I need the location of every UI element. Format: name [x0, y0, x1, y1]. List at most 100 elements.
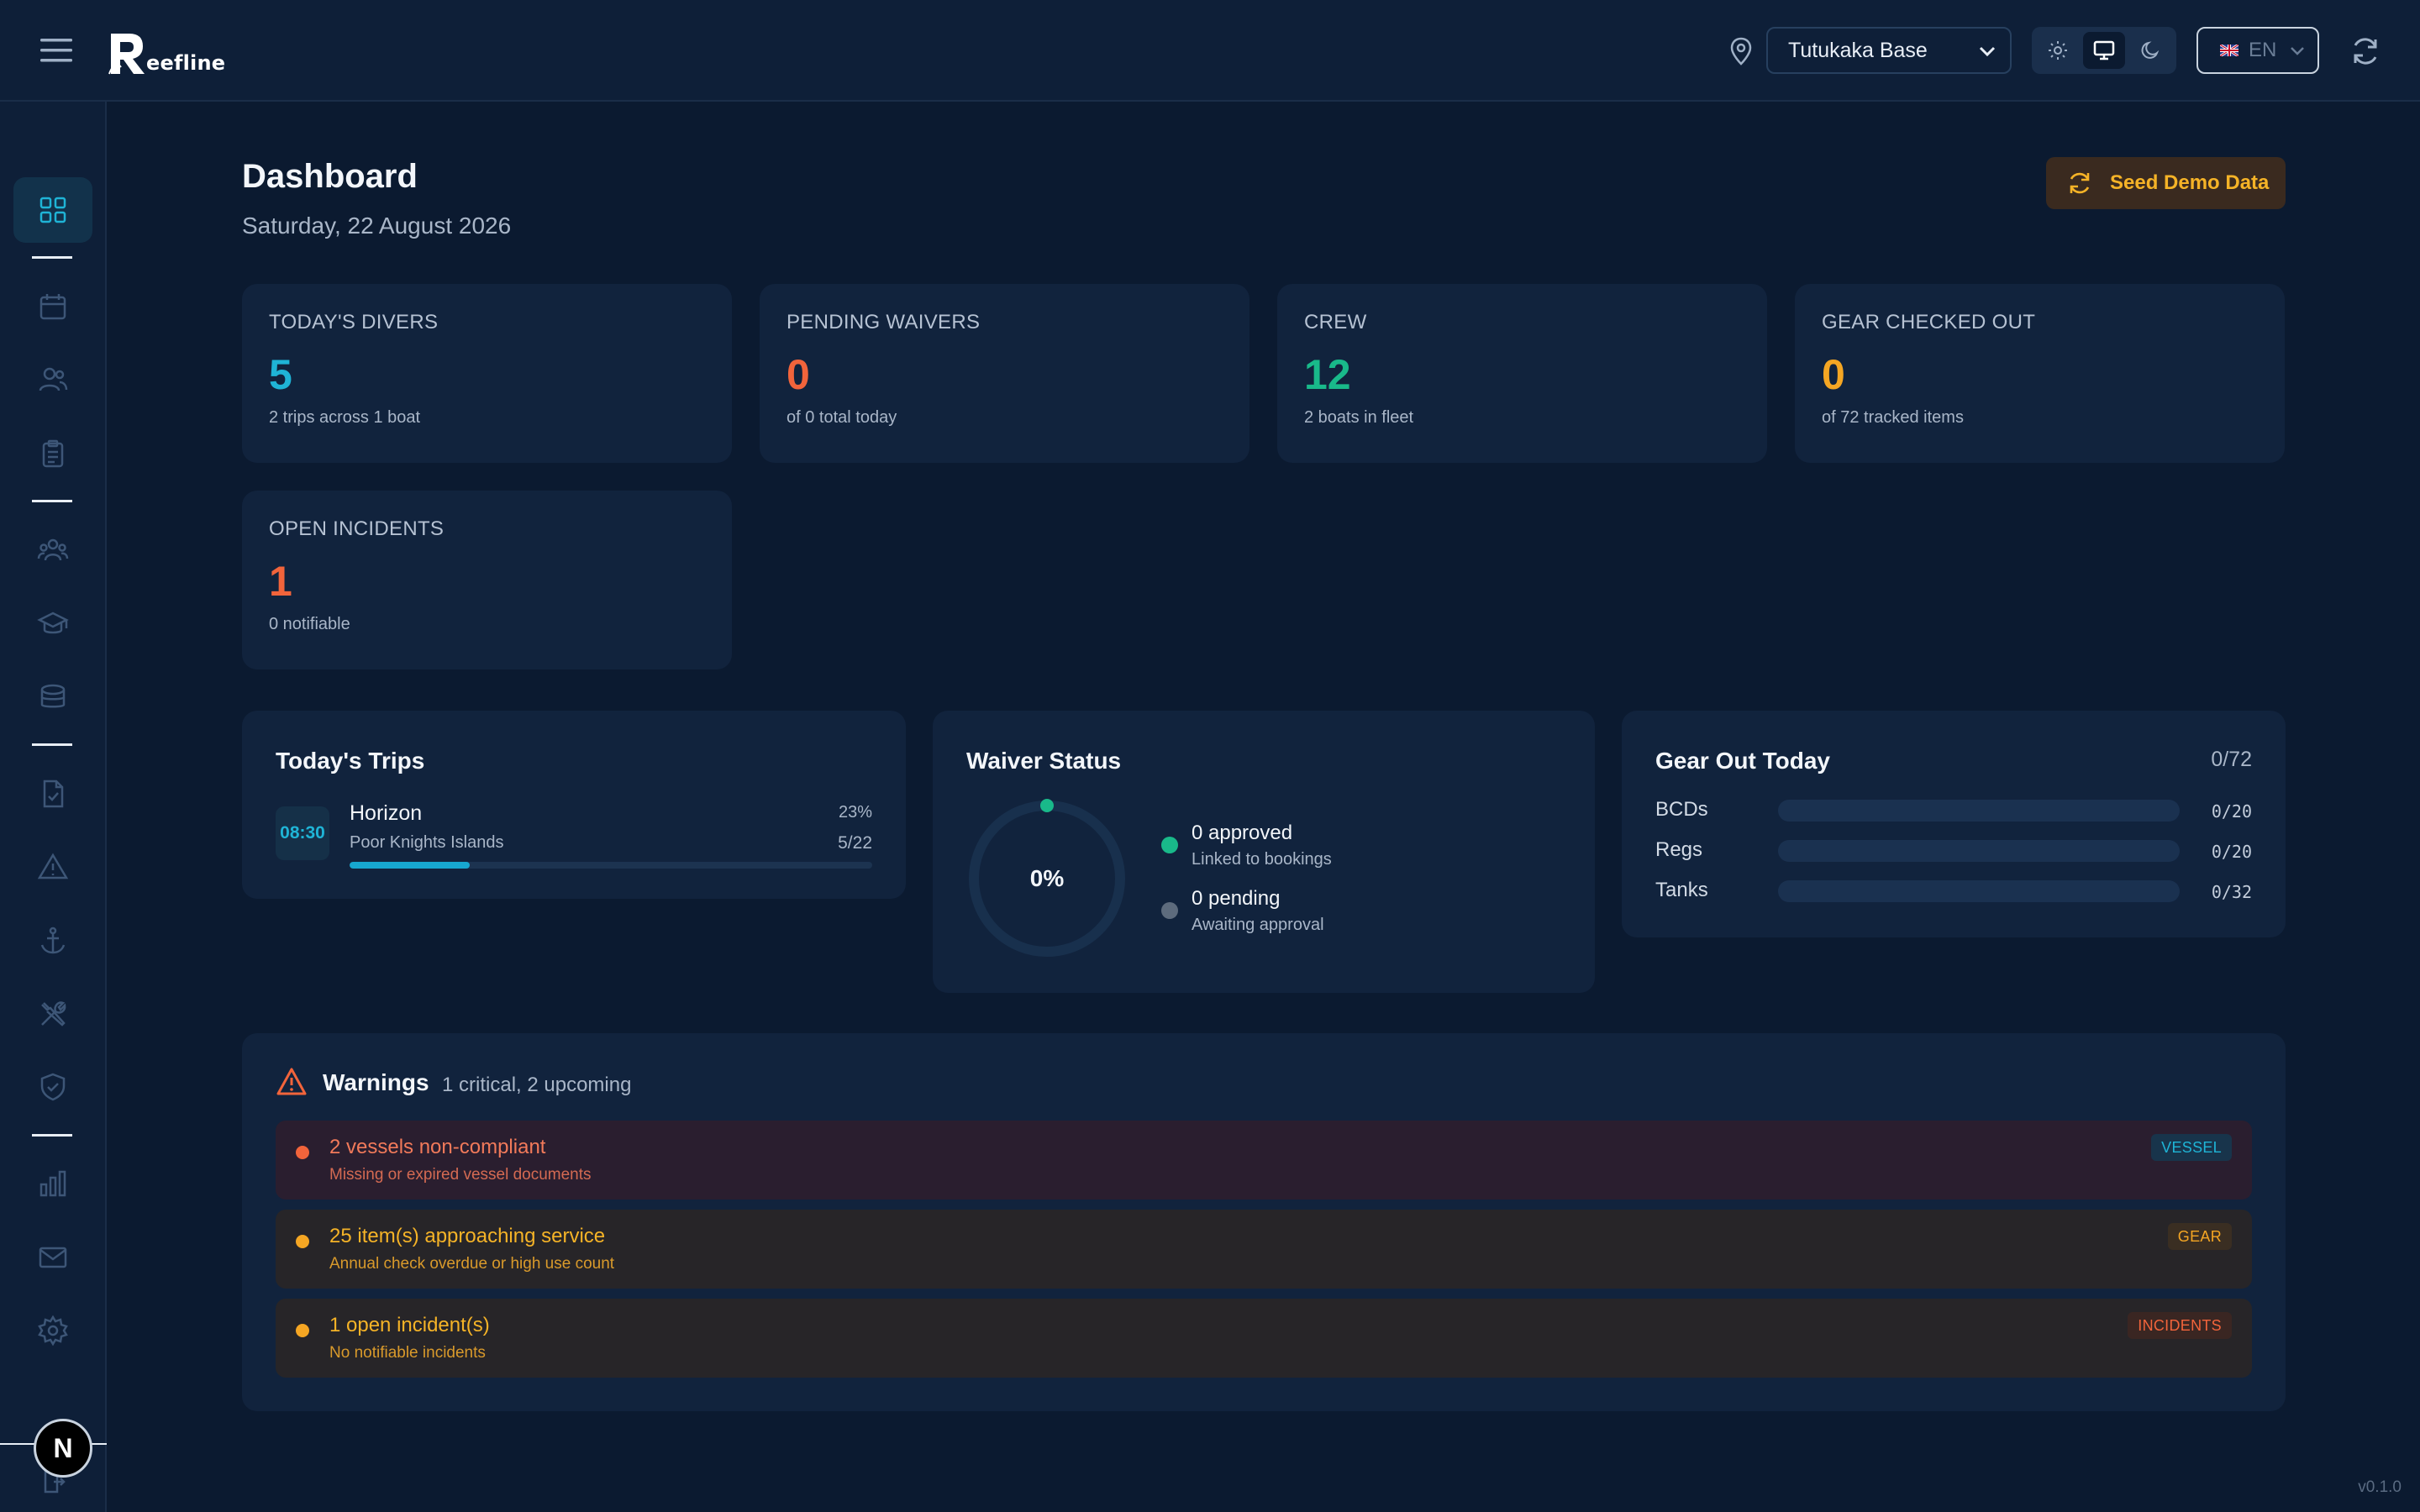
warning-tag: INCIDENTS	[2128, 1312, 2232, 1339]
warning-desc: Annual check overdue or high use count	[329, 1255, 615, 1273]
theme-dark-button[interactable]	[2130, 32, 2171, 69]
sidebar-item-fleet[interactable]	[13, 908, 92, 974]
refresh-icon[interactable]	[2349, 35, 2381, 67]
sidebar-item-compliance[interactable]	[13, 1054, 92, 1120]
gear-value-bcds: 0/20	[2211, 801, 2252, 822]
warning-title: 2 vessels non-compliant	[329, 1136, 546, 1158]
theme-light-button[interactable]	[2037, 32, 2078, 69]
gear-bar-regs	[1778, 840, 2180, 862]
warning-title: 1 open incident(s)	[329, 1314, 490, 1336]
stat-card-pending-waivers[interactable]: PENDING WAIVERS 0 of 0 total today	[760, 284, 1249, 463]
sidebar-item-dashboard[interactable]	[13, 177, 92, 243]
sync-icon	[2070, 172, 2090, 194]
logo-icon	[108, 34, 145, 75]
tools-icon	[41, 1001, 66, 1026]
trip-percent: 23%	[838, 803, 872, 822]
sidebar-divider	[32, 743, 72, 746]
sidebar-divider	[32, 1134, 72, 1137]
panel-title: Today's Trips	[276, 748, 425, 774]
location-select-value: Tutukaka Base	[1788, 38, 1928, 62]
warnings-summary: 1 critical, 2 upcoming	[442, 1074, 632, 1096]
sidebar-item-inventory[interactable]	[13, 664, 92, 730]
stat-sub: 2 boats in fleet	[1304, 408, 1414, 427]
trip-boat-name: Horizon	[350, 801, 423, 825]
waiver-percent: 0%	[1029, 865, 1065, 891]
warning-icon	[37, 853, 69, 879]
language-select[interactable]: EN	[2196, 27, 2319, 74]
clipboard-icon	[42, 439, 64, 468]
sidebar-item-courses[interactable]	[13, 591, 92, 656]
document-check-icon	[43, 780, 64, 808]
stat-card-open-incidents[interactable]: OPEN INCIDENTS 1 0 notifiable	[242, 491, 732, 669]
bar-chart-icon	[39, 1170, 66, 1197]
sidebar-item-calendar[interactable]	[13, 274, 92, 339]
seed-demo-data-button[interactable]: Seed Demo Data	[2046, 157, 2286, 209]
sidebar-item-messages[interactable]	[13, 1225, 92, 1290]
app-version: v0.1.0	[2358, 1478, 2402, 1496]
sidebar-item-reports[interactable]	[13, 1151, 92, 1216]
sidebar-item-settings[interactable]	[13, 1298, 92, 1363]
stat-label: CREW	[1304, 311, 1367, 333]
logo-wordmark: eefline	[146, 51, 226, 75]
uk-flag-icon	[2220, 45, 2238, 56]
sidebar-item-customers[interactable]	[13, 347, 92, 412]
mail-icon	[39, 1247, 67, 1268]
location-select[interactable]: Tutukaka Base	[1766, 27, 2012, 74]
sidebar-item-crew[interactable]	[13, 517, 92, 583]
moon-icon	[2141, 41, 2160, 59]
sun-icon	[2048, 41, 2067, 60]
stat-value: 12	[1304, 351, 1351, 398]
menu-icon[interactable]	[37, 35, 76, 66]
pending-sub: Awaiting approval	[1192, 916, 1324, 934]
sidebar-item-maintenance[interactable]	[13, 981, 92, 1047]
app-logo[interactable]: eefline	[108, 27, 225, 77]
trip-location: Poor Knights Islands	[350, 833, 504, 852]
warning-tag: GEAR	[2167, 1223, 2232, 1250]
chevron-down-icon	[1979, 46, 1996, 57]
warnings-title: Warnings	[323, 1069, 429, 1095]
user-avatar[interactable]: N	[34, 1419, 92, 1478]
stat-sub: of 0 total today	[786, 408, 897, 427]
warning-item-gear[interactable]: 25 item(s) approaching service Annual ch…	[276, 1210, 2252, 1289]
gear-total: 0/72	[2211, 748, 2252, 771]
users-icon	[39, 367, 68, 391]
stat-value: 0	[786, 351, 810, 398]
gear-row-label-tanks: Tanks	[1655, 879, 1708, 901]
pending-dot	[1161, 902, 1178, 919]
severity-dot	[296, 1324, 309, 1337]
language-select-value: EN	[2249, 39, 2277, 61]
warning-desc: Missing or expired vessel documents	[329, 1166, 592, 1184]
stat-card-todays-divers[interactable]: TODAY'S DIVERS 5 2 trips across 1 boat	[242, 284, 732, 463]
sidebar-item-bookings[interactable]	[13, 421, 92, 486]
anchor-icon	[40, 927, 66, 954]
waiver-status-panel: Waiver Status 0% 0 approved Linked to bo…	[933, 711, 1595, 993]
group-icon	[37, 538, 69, 561]
stat-sub: 2 trips across 1 boat	[269, 408, 421, 427]
theme-system-button[interactable]	[2083, 32, 2125, 69]
gear-out-panel: Gear Out Today 0/72 BCDs 0/20 Regs 0/20 …	[1622, 711, 2286, 937]
stat-card-gear-checked-out[interactable]: GEAR CHECKED OUT 0 of 72 tracked items	[1795, 284, 2285, 463]
stat-label: TODAY'S DIVERS	[269, 311, 439, 333]
monitor-icon	[2093, 40, 2115, 60]
sidebar-item-incidents[interactable]	[13, 834, 92, 900]
pending-count: 0 pending	[1192, 887, 1281, 910]
stat-label: OPEN INCIDENTS	[269, 517, 445, 540]
warning-item-incidents[interactable]: 1 open incident(s) No notifiable inciden…	[276, 1299, 2252, 1378]
stat-label: PENDING WAIVERS	[786, 311, 981, 333]
stat-value: 5	[269, 351, 292, 398]
trip-count: 5/22	[838, 833, 872, 853]
briefcase-icon	[40, 684, 66, 708]
stat-card-crew[interactable]: CREW 12 2 boats in fleet	[1277, 284, 1767, 463]
chevron-down-icon	[2291, 47, 2304, 55]
sidebar-divider	[32, 500, 72, 502]
stat-sub: of 72 tracked items	[1822, 408, 1964, 427]
graduation-cap-icon	[37, 612, 69, 634]
approved-count: 0 approved	[1192, 822, 1293, 844]
warning-item-vessel[interactable]: 2 vessels non-compliant Missing or expir…	[276, 1121, 2252, 1200]
trip-time: 08:30	[276, 806, 329, 860]
location-pin-icon	[1730, 37, 1752, 66]
sidebar-item-waivers[interactable]	[13, 761, 92, 827]
approved-dot	[1161, 837, 1178, 853]
gear-row-label-regs: Regs	[1655, 838, 1703, 861]
calendar-icon	[39, 294, 66, 320]
